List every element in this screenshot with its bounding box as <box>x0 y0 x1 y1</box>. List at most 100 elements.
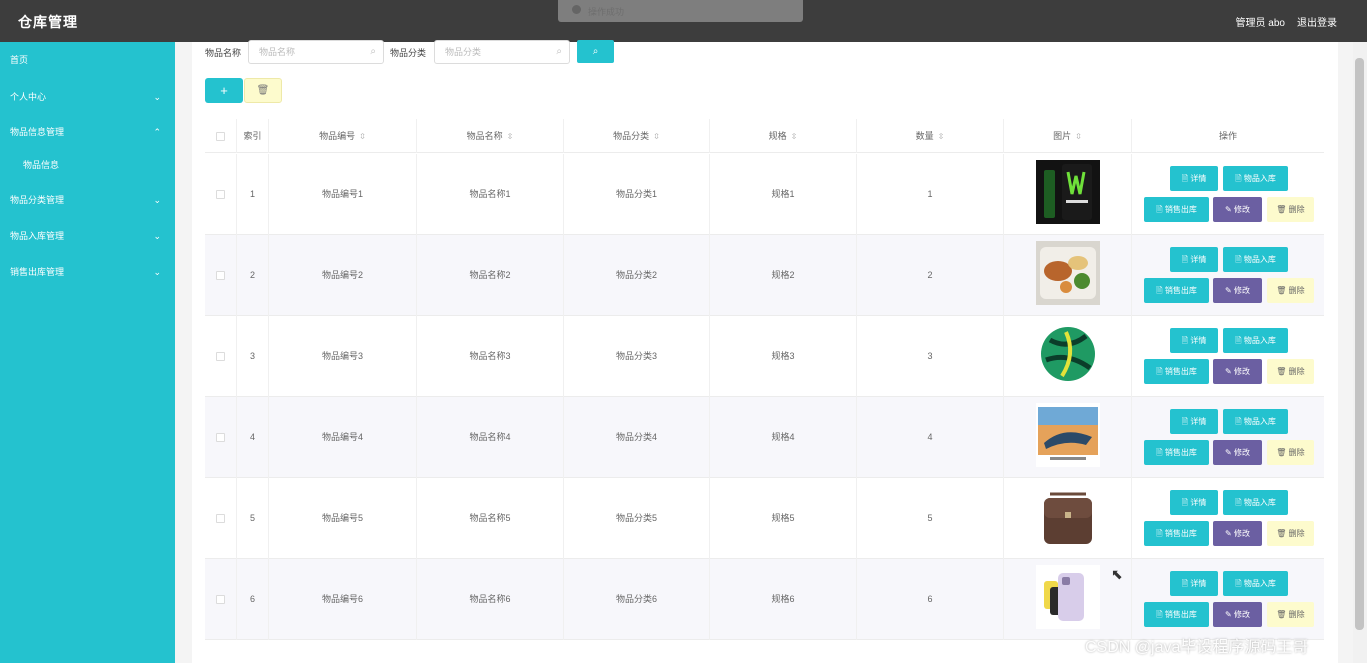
col-name[interactable]: 物品名称 ⇳ <box>417 119 564 153</box>
cell-qty: 5 <box>857 478 1004 559</box>
col-spec[interactable]: 规格 ⇳ <box>710 119 857 153</box>
admin-user-label[interactable]: 管理员 abo <box>1236 14 1285 29</box>
detail-button[interactable]: 🗎 详情 <box>1170 247 1218 272</box>
chevron-up-icon: ⌃ <box>153 127 161 137</box>
edit-button[interactable]: ✎ 修改 <box>1213 278 1262 303</box>
page-scrollbar[interactable] <box>1353 42 1367 663</box>
row-checkbox[interactable] <box>216 271 225 281</box>
search-icon: ⌕ <box>556 46 562 57</box>
table-row: 1 物品编号1 物品名称1 物品分类1 规格1 1 🗎 详情 🗎 物品入库 🗎 销售出库 … <box>205 154 1324 235</box>
row-checkbox[interactable] <box>216 433 225 443</box>
table-row: 6 物品编号6 物品名称6 物品分类6 规格6 6 🗎 详情 🗎 物品入库 🗎 销售出库 … <box>205 559 1324 640</box>
sale-out-button[interactable]: 🗎 销售出库 <box>1144 197 1209 222</box>
detail-button[interactable]: 🗎 详情 <box>1170 490 1218 515</box>
sidebar-item-item-info-mgmt[interactable]: 物品信息管理 ⌃ <box>0 116 175 148</box>
logout-link[interactable]: 退出登录 <box>1297 14 1337 29</box>
sale-out-button[interactable]: 🗎 销售出库 <box>1144 521 1209 546</box>
cell-code: 物品编号5 <box>269 478 417 559</box>
batch-delete-button[interactable]: 🗑 <box>244 78 282 103</box>
detail-button[interactable]: 🗎 详情 <box>1170 409 1218 434</box>
stock-in-button[interactable]: 🗎 物品入库 <box>1223 490 1288 515</box>
main-panel: 物品名称 物品名称 ⌕ 物品分类 物品分类 ⌕ ⌕ + 🗑 索引 物品编号 ⇳ 物… <box>192 40 1338 663</box>
sidebar-item-home[interactable]: 首页 <box>0 44 175 76</box>
delete-button[interactable]: 🗑 删除 <box>1267 197 1314 222</box>
cell-index: 6 <box>237 559 269 640</box>
sidebar-item-label: 物品信息管理 <box>10 127 65 137</box>
col-qty[interactable]: 数量 ⇳ <box>857 119 1004 153</box>
stock-in-button[interactable]: 🗎 物品入库 <box>1223 571 1288 596</box>
delete-button[interactable]: 🗑 删除 <box>1267 602 1314 627</box>
cell-qty: 6 <box>857 559 1004 640</box>
app-title: 仓库管理 <box>18 14 78 30</box>
item-category-input[interactable]: 物品分类 ⌕ <box>434 40 570 64</box>
detail-button[interactable]: 🗎 详情 <box>1170 328 1218 353</box>
edit-button[interactable]: ✎ 修改 <box>1213 440 1262 465</box>
item-name-input[interactable]: 物品名称 ⌕ <box>248 40 384 64</box>
sale-out-button[interactable]: 🗎 销售出库 <box>1144 602 1209 627</box>
edit-button[interactable]: ✎ 修改 <box>1213 197 1262 222</box>
sidebar-item-label: 物品分类管理 <box>10 195 65 205</box>
add-button[interactable]: + <box>205 78 243 103</box>
cell-name: 物品名称3 <box>417 316 564 397</box>
row-select-cell <box>205 478 237 559</box>
chevron-down-icon: ⌄ <box>153 231 161 241</box>
edit-button[interactable]: ✎ 修改 <box>1213 521 1262 546</box>
edit-button[interactable]: ✎ 修改 <box>1213 602 1262 627</box>
delete-button[interactable]: 🗑 删除 <box>1267 521 1314 546</box>
cell-spec: 规格4 <box>710 397 857 478</box>
sale-out-button[interactable]: 🗎 销售出库 <box>1144 359 1209 384</box>
sidebar-item-sales-out-mgmt[interactable]: 销售出库管理 ⌄ <box>0 256 175 288</box>
sidebar-item-stock-in-mgmt[interactable]: 物品入库管理 ⌄ <box>0 220 175 252</box>
csdn-watermark: CSDN @java毕设程序源码王哥 <box>1085 639 1309 656</box>
delete-button[interactable]: 🗑 删除 <box>1267 359 1314 384</box>
cell-name: 物品名称2 <box>417 235 564 316</box>
stock-in-button[interactable]: 🗎 物品入库 <box>1223 166 1288 191</box>
cell-spec: 规格2 <box>710 235 857 316</box>
sidebar: 首页 个人中心 ⌄ 物品信息管理 ⌃ 物品信息 物品分类管理 ⌄ 物品入库管理 ⌄ 销售… <box>0 42 175 663</box>
col-image[interactable]: 图片 ⇳ <box>1004 119 1132 153</box>
row-checkbox[interactable] <box>216 595 225 605</box>
sort-icon[interactable]: ⇳ <box>1075 132 1082 141</box>
cell-actions: 🗎 详情 🗎 物品入库 🗎 销售出库 ✎ 修改 🗑 删除 <box>1143 316 1324 397</box>
sort-icon[interactable]: ⇳ <box>938 132 945 141</box>
row-select-cell <box>205 235 237 316</box>
search-button[interactable]: ⌕ <box>577 40 614 63</box>
cell-index: 2 <box>237 235 269 316</box>
col-code[interactable]: 物品编号 ⇳ <box>269 119 417 153</box>
row-checkbox[interactable] <box>216 190 225 200</box>
sort-icon[interactable]: ⇳ <box>507 132 514 141</box>
sidebar-item-label: 首页 <box>10 55 29 65</box>
delete-button[interactable]: 🗑 删除 <box>1267 440 1314 465</box>
sale-out-button[interactable]: 🗎 销售出库 <box>1144 440 1209 465</box>
stock-in-button[interactable]: 🗎 物品入库 <box>1223 409 1288 434</box>
cell-spec: 规格1 <box>710 154 857 235</box>
scrollbar-thumb[interactable] <box>1355 58 1364 630</box>
sidebar-item-category-mgmt[interactable]: 物品分类管理 ⌄ <box>0 184 175 216</box>
sale-out-button[interactable]: 🗎 销售出库 <box>1144 278 1209 303</box>
table-header: 索引 物品编号 ⇳ 物品名称 ⇳ 物品分类 ⇳ 规格 ⇳ 数量 ⇳ 图片 ⇳ 操作 <box>205 119 1324 153</box>
cell-name: 物品名称4 <box>417 397 564 478</box>
sort-icon[interactable]: ⇳ <box>359 132 366 141</box>
row-select-cell <box>205 316 237 397</box>
sidebar-item-profile[interactable]: 个人中心 ⌄ <box>0 81 175 113</box>
row-checkbox[interactable] <box>216 352 225 362</box>
cell-category: 物品分类1 <box>564 154 710 235</box>
delete-button[interactable]: 🗑 删除 <box>1267 278 1314 303</box>
detail-button[interactable]: 🗎 详情 <box>1170 571 1218 596</box>
detail-button[interactable]: 🗎 详情 <box>1170 166 1218 191</box>
sort-icon[interactable]: ⇳ <box>653 132 660 141</box>
sidebar-item-label: 物品入库管理 <box>10 231 65 241</box>
select-all-checkbox[interactable] <box>216 132 225 142</box>
sort-icon[interactable]: ⇳ <box>791 132 798 141</box>
cell-qty: 2 <box>857 235 1004 316</box>
cell-actions: 🗎 详情 🗎 物品入库 🗎 销售出库 ✎ 修改 🗑 删除 <box>1143 397 1324 478</box>
chevron-down-icon: ⌄ <box>153 267 161 277</box>
table-row: 2 物品编号2 物品名称2 物品分类2 规格2 2 🗎 详情 🗎 物品入库 🗎 销售出库 … <box>205 235 1324 316</box>
edit-button[interactable]: ✎ 修改 <box>1213 359 1262 384</box>
sidebar-item-item-info[interactable]: 物品信息 <box>0 149 175 181</box>
stock-in-button[interactable]: 🗎 物品入库 <box>1223 247 1288 272</box>
cell-index: 3 <box>237 316 269 397</box>
row-checkbox[interactable] <box>216 514 225 524</box>
stock-in-button[interactable]: 🗎 物品入库 <box>1223 328 1288 353</box>
col-category[interactable]: 物品分类 ⇳ <box>564 119 710 153</box>
